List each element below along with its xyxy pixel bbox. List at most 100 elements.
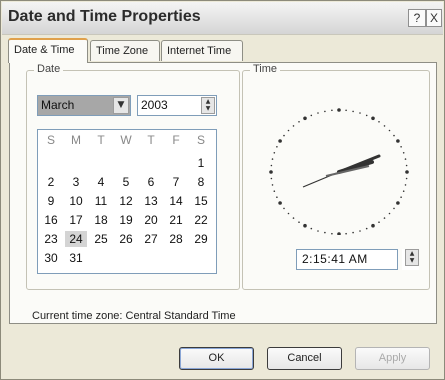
calendar-day[interactable]: 14 <box>165 193 187 209</box>
title-bar[interactable]: Date and Time Properties ? X <box>2 2 443 35</box>
calendar-day[interactable]: 26 <box>115 231 137 247</box>
weekday-header: M <box>71 133 81 147</box>
calendar-day[interactable]: 15 <box>190 193 212 209</box>
clock-hour-mark <box>303 223 307 228</box>
time-spinner[interactable]: ▲ ▼ <box>402 249 419 270</box>
clock-minute-mark <box>271 184 274 186</box>
ok-button[interactable]: OK <box>179 347 254 370</box>
tab-time-zone[interactable]: Time Zone <box>90 40 160 61</box>
clock-minute-mark <box>298 121 300 123</box>
clock-minute-mark <box>388 129 391 132</box>
clock-hour-mark <box>269 170 273 174</box>
calendar-day[interactable]: 9 <box>40 193 62 209</box>
calendar-day[interactable]: 20 <box>140 212 162 228</box>
date-time-properties-window: Date and Time Properties ? X Date & Time… <box>0 0 445 380</box>
clock-minute-mark <box>345 109 347 112</box>
calendar-day[interactable]: 6 <box>140 174 162 190</box>
clock-minute-mark <box>324 110 326 113</box>
clock-minute-mark <box>405 164 408 167</box>
clock-minute-mark <box>400 146 402 148</box>
clock-minute-mark <box>331 232 333 235</box>
window-title: Date and Time Properties <box>8 8 201 25</box>
clock-minute-mark <box>292 217 295 219</box>
calendar-day[interactable]: 16 <box>40 212 62 228</box>
calendar-day[interactable]: 27 <box>140 231 162 247</box>
clock-minute-mark <box>310 227 313 230</box>
analog-clock <box>269 108 409 235</box>
clock-minute-mark <box>287 129 290 132</box>
apply-button[interactable]: Apply <box>355 347 430 370</box>
date-group-label: Date <box>34 63 64 75</box>
clock-minute-mark <box>271 158 274 160</box>
calendar-day[interactable]: 17 <box>65 212 87 228</box>
spin-updown-icon[interactable]: ▲ ▼ <box>201 97 215 114</box>
calendar-day[interactable]: 21 <box>165 212 187 228</box>
calendar-day[interactable]: 5 <box>115 174 137 190</box>
time-groupbox: Time 2:15:41 AM ▲ ▼ <box>242 63 430 290</box>
clock-minute-mark <box>404 158 407 160</box>
clock-minute-mark <box>283 207 285 210</box>
tab-date-time[interactable]: Date & Time <box>8 38 88 63</box>
clock-minute-mark <box>287 212 290 215</box>
calendar-day[interactable]: 12 <box>115 193 137 209</box>
calendar-day[interactable]: 25 <box>90 231 112 247</box>
calendar-day[interactable]: 2 <box>40 174 62 190</box>
month-dropdown[interactable]: March ▼ <box>37 95 131 116</box>
clock-minute-mark <box>317 230 319 232</box>
calendar-day[interactable]: 30 <box>40 250 62 266</box>
tab-panel: Date March ▼ 2003 ▲ ▼ S M T W T F S 1 2 3 4 5 6 7 8 9 10 1… <box>9 62 437 324</box>
clock-minute-mark <box>359 112 361 114</box>
calendar-day[interactable]: 1 <box>190 155 212 171</box>
clock-minute-mark <box>273 152 276 154</box>
clock-minute-mark <box>352 231 354 234</box>
clock-minute-mark <box>365 114 368 117</box>
clock-minute-mark <box>276 146 278 148</box>
calendar-day[interactable]: 29 <box>190 231 212 247</box>
clock-minute-mark <box>359 230 361 232</box>
tab-internet-time[interactable]: Internet Time <box>161 40 243 61</box>
calendar-day[interactable]: 31 <box>65 250 87 266</box>
weekday-header: T <box>147 133 155 147</box>
calendar-day[interactable]: 10 <box>65 193 87 209</box>
clock-minute-mark <box>383 217 386 219</box>
calendar-day-selected[interactable]: 24 <box>65 231 87 247</box>
month-calendar[interactable]: S M T W T F S 1 2 3 4 5 6 7 8 9 10 11 12 13 14 15 16 17 18 19 20 21… <box>37 129 217 274</box>
clock-minute-mark <box>402 190 405 192</box>
chevron-down-icon[interactable]: ▼ <box>113 97 129 114</box>
clock-minute-mark <box>388 212 391 215</box>
time-field[interactable]: 2:15:41 AM <box>296 249 398 270</box>
cancel-button[interactable]: Cancel <box>267 347 342 370</box>
month-value: March <box>41 98 75 112</box>
calendar-day[interactable]: 8 <box>190 174 212 190</box>
calendar-day[interactable]: 11 <box>90 193 112 209</box>
clock-minute-mark <box>310 114 313 117</box>
calendar-day[interactable]: 13 <box>140 193 162 209</box>
calendar-day[interactable]: 7 <box>165 174 187 190</box>
clock-hour-mark <box>371 223 375 228</box>
clock-minute-mark <box>324 231 326 234</box>
clock-hour-mark <box>396 139 400 143</box>
calendar-day[interactable]: 18 <box>90 212 112 228</box>
calendar-day[interactable]: 19 <box>115 212 137 228</box>
calendar-day[interactable]: 4 <box>90 174 112 190</box>
close-button[interactable]: X <box>426 9 442 27</box>
clock-minute-mark <box>273 190 276 192</box>
calendar-day[interactable]: 3 <box>65 174 87 190</box>
clock-minute-mark <box>378 121 380 123</box>
clock-hour-mark <box>278 139 282 143</box>
calendar-day[interactable]: 28 <box>165 231 187 247</box>
clock-hour-mark <box>303 116 307 121</box>
help-button[interactable]: ? <box>408 9 426 27</box>
calendar-day[interactable]: 23 <box>40 231 62 247</box>
clock-hour-mark <box>337 108 341 112</box>
date-groupbox: Date March ▼ 2003 ▲ ▼ S M T W T F S 1 2 3 4 5 6 7 8 9 10 1… <box>26 63 240 290</box>
clock-minute-mark <box>404 184 407 186</box>
minute-hand <box>337 154 381 174</box>
calendar-day[interactable]: 22 <box>190 212 212 228</box>
year-spinner[interactable]: 2003 ▲ ▼ <box>137 95 217 116</box>
weekday-header: S <box>196 133 205 147</box>
spin-updown-icon[interactable]: ▲ ▼ <box>405 249 419 266</box>
clock-minute-mark <box>292 125 295 127</box>
clock-minute-mark <box>393 207 395 210</box>
clock-minute-mark <box>402 152 405 154</box>
